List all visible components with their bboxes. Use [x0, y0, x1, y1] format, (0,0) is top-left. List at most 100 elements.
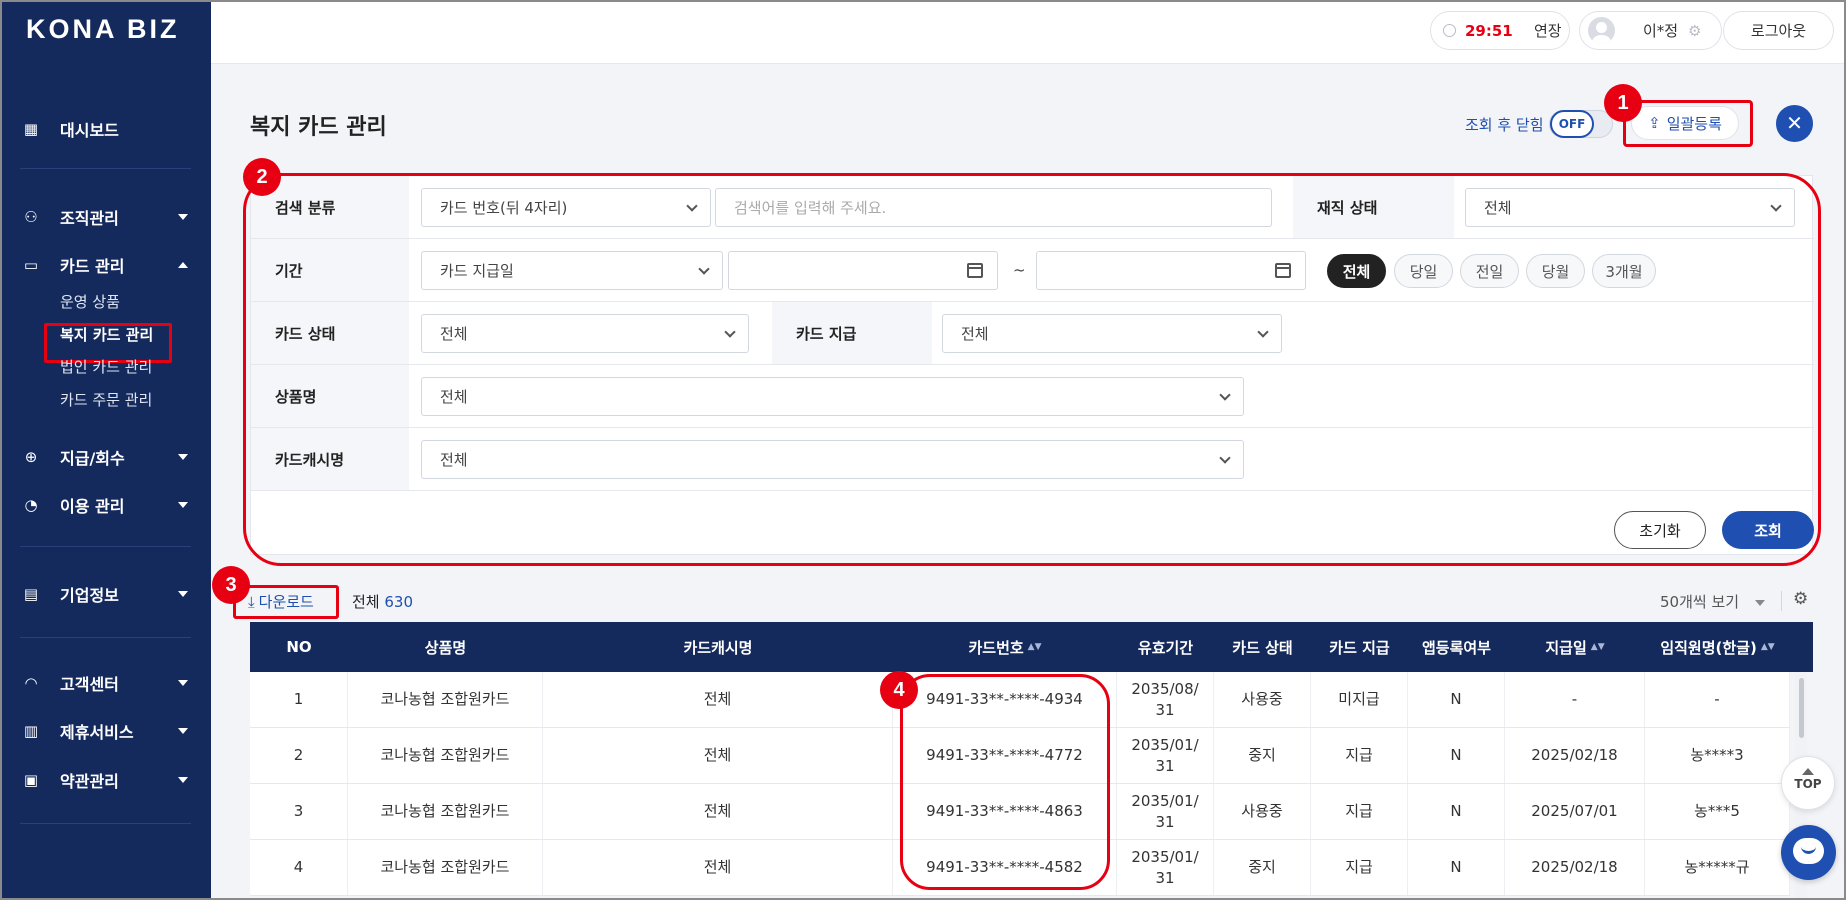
col-employee-name[interactable]: 임직원명(한글) ▲▼ [1645, 622, 1790, 672]
table-scroll-thumb[interactable] [1799, 678, 1804, 738]
submenu-corporate-card[interactable]: 법인 카드 관리 [60, 356, 152, 377]
sidebar-item-terms[interactable]: ▣ 약관관리 [0, 763, 211, 797]
sidebar-item-partner[interactable]: ▥ 제휴서비스 [0, 714, 211, 748]
cell-card-cash: 전체 [543, 784, 893, 839]
sidebar-item-company[interactable]: ▤ 기업정보 [0, 577, 211, 611]
partner-icon: ▥ [23, 722, 39, 740]
sidebar-item-dashboard[interactable]: ▦ 대시보드 [0, 112, 211, 146]
gear-icon[interactable]: ⚙ [1688, 22, 1701, 40]
cell-employee-name: 농****3 [1645, 728, 1790, 783]
sidebar-item-organization[interactable]: ⚇ 조직관리 [0, 200, 211, 234]
step-badge-2: 2 [243, 158, 281, 196]
user-name: 이*정 [1643, 22, 1679, 40]
terms-icon: ▣ [23, 771, 39, 789]
cell-product-name: 코나농협 조합원카드 [348, 840, 543, 895]
col-product-name: 상품명 [348, 622, 543, 672]
user-menu[interactable]: 이*정 ⚙ [1579, 11, 1722, 50]
extend-session-button[interactable]: 연장 [1534, 20, 1562, 41]
sidebar-item-payment[interactable]: ⊕ 지급/회수 [0, 440, 211, 474]
usage-icon: ◔ [24, 496, 38, 514]
search-panel-highlight [243, 173, 1821, 566]
sidebar-item-card-management[interactable]: ▭ 카드 관리 [0, 248, 211, 282]
bulk-register-highlight [1623, 100, 1753, 147]
total-count: 전체 630 [352, 591, 413, 612]
cell-app-registered: N [1408, 784, 1505, 839]
arrow-up-icon [1802, 768, 1814, 775]
cell-card-issue: 지급 [1311, 728, 1408, 783]
col-label: NO [286, 638, 312, 656]
cell-card-cash: 전체 [543, 840, 893, 895]
step-badge-1: 1 [1604, 84, 1642, 122]
card-number-highlight [900, 674, 1110, 890]
col-card-number[interactable]: 카드번호 ▲▼ [893, 622, 1117, 672]
sidebar-divider [20, 823, 191, 824]
chevron-down-icon [178, 502, 188, 508]
submenu-operating-products[interactable]: 운영 상품 [60, 291, 120, 312]
cell-app-registered: N [1408, 672, 1505, 727]
close-icon[interactable]: ✕ [1776, 105, 1813, 142]
cell-no: 2 [250, 728, 348, 783]
chevron-down-icon [178, 454, 188, 460]
clock-icon [1443, 24, 1456, 37]
chat-button[interactable] [1781, 825, 1836, 880]
sort-icon: ▲▼ [1760, 642, 1775, 652]
cell-card-cash: 전체 [543, 728, 893, 783]
cell-no: 4 [250, 840, 348, 895]
per-page-select[interactable]: 50개씩 보기 [1660, 591, 1766, 612]
col-label: 지급일 [1545, 638, 1587, 657]
sidebar-item-usage[interactable]: ◔ 이용 관리 [0, 488, 211, 522]
close-after-search-toggle[interactable]: OFF [1549, 110, 1613, 138]
cell-issue-date: 2025/07/01 [1505, 784, 1645, 839]
cell-card-issue: 지급 [1311, 784, 1408, 839]
sidebar-item-customer-center[interactable]: ◠ 고객센터 [0, 666, 211, 700]
close-after-search-label: 조회 후 닫힘 [1465, 116, 1544, 134]
sidebar-item-label: 고객센터 [60, 675, 119, 694]
card-icon: ▭ [23, 256, 39, 274]
kona-biz-logo[interactable]: KONA BIZ [26, 14, 180, 45]
cell-no: 3 [250, 784, 348, 839]
per-page-value: 50개씩 보기 [1660, 593, 1740, 611]
col-label: 앱등록여부 [1421, 638, 1491, 657]
step-badge-3: 3 [212, 566, 250, 604]
gear-icon[interactable]: ⚙ [1793, 589, 1808, 609]
col-issue-date[interactable]: 지급일 ▲▼ [1505, 622, 1645, 672]
avatar [1588, 17, 1615, 44]
col-card-issue: 카드 지급 [1311, 622, 1408, 672]
col-card-status: 카드 상태 [1214, 622, 1311, 672]
sidebar-item-label: 약관관리 [60, 772, 119, 791]
cell-app-registered: N [1408, 728, 1505, 783]
chevron-down-icon [1755, 599, 1766, 606]
cell-expiry: 2035/01/ 31 [1117, 840, 1214, 895]
chevron-up-icon [178, 262, 188, 268]
sidebar-item-label: 제휴서비스 [60, 723, 134, 742]
cell-app-registered: N [1408, 840, 1505, 895]
scroll-top-button[interactable]: TOP [1781, 756, 1835, 810]
headset-icon: ◠ [24, 674, 38, 692]
col-expiry: 유효기간 [1117, 622, 1214, 672]
chevron-down-icon [178, 214, 188, 220]
page-title: 복지 카드 관리 [250, 115, 387, 140]
payment-icon: ⊕ [24, 448, 38, 466]
col-no: NO [250, 622, 348, 672]
col-label: 카드번호 [968, 638, 1024, 657]
table-header: NO 상품명 카드캐시명 카드번호 ▲▼ 유효기간 카드 상태 카드 지급 앱등록… [250, 622, 1813, 672]
submenu-card-order[interactable]: 카드 주문 관리 [60, 389, 152, 410]
cell-employee-name: - [1645, 672, 1790, 727]
sidebar-divider [20, 546, 191, 547]
cell-card-cash: 전체 [543, 672, 893, 727]
company-icon: ▤ [23, 585, 39, 603]
cell-expiry: 2035/01/ 31 [1117, 784, 1214, 839]
cell-employee-name: 농*****규 [1645, 840, 1790, 895]
chevron-down-icon [178, 777, 188, 783]
toggle-state: OFF [1550, 110, 1594, 138]
sidebar: KONA BIZ ▦ 대시보드 ⚇ 조직관리 ▭ 카드 관리 운영 상품 복지 … [0, 0, 211, 900]
sidebar-item-label: 기업정보 [60, 586, 119, 605]
col-label: 카드 지급 [1329, 638, 1390, 657]
chevron-down-icon [178, 728, 188, 734]
cell-expiry: 2035/01/ 31 [1117, 728, 1214, 783]
dashboard-icon: ▦ [23, 120, 39, 138]
cell-product-name: 코나농협 조합원카드 [348, 672, 543, 727]
toolbar-divider [1781, 591, 1782, 611]
logout-button[interactable]: 로그아웃 [1723, 11, 1834, 50]
step-badge-4: 4 [880, 671, 918, 709]
